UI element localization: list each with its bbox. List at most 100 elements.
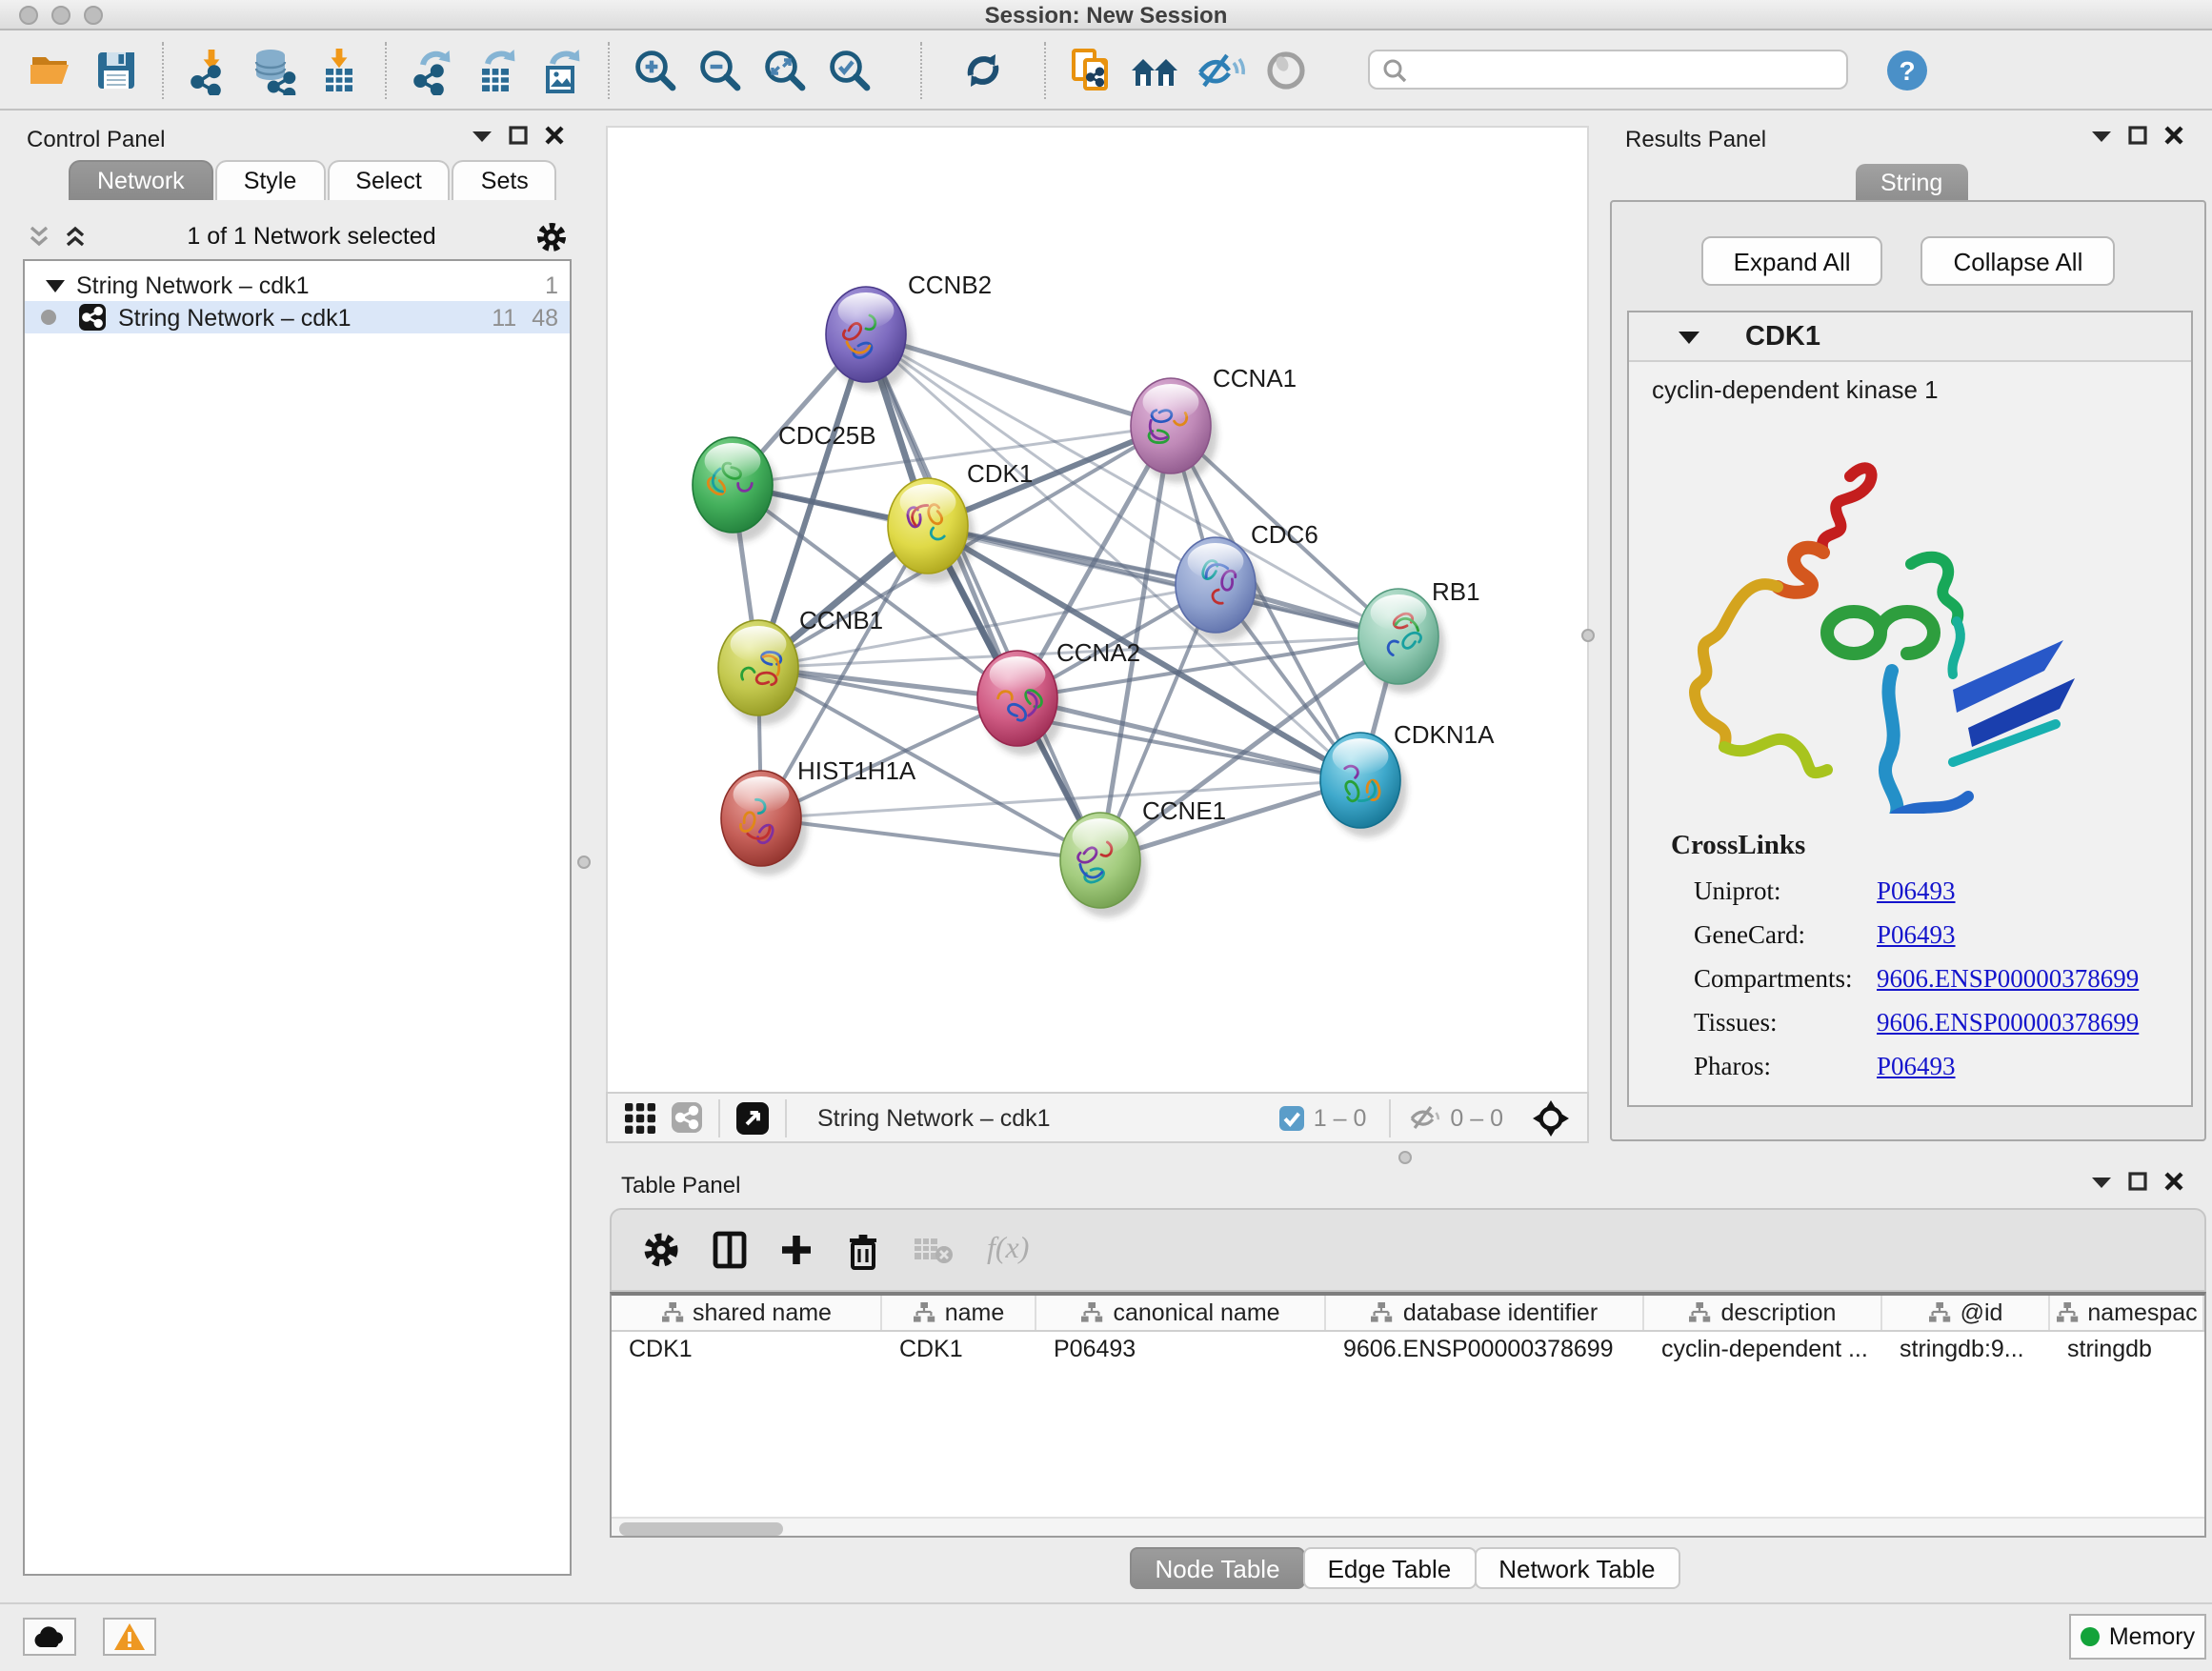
collapse-entry-icon[interactable] — [1679, 329, 1699, 344]
show-hide-services-button[interactable] — [1193, 41, 1250, 98]
expand-all-icon[interactable] — [63, 225, 88, 248]
zoom-selected-button[interactable] — [821, 41, 878, 98]
function-builder-button[interactable]: f(x) — [987, 1233, 1029, 1267]
memory-button[interactable]: Memory — [2069, 1614, 2206, 1660]
left-splitter-handle[interactable] — [577, 856, 591, 869]
warnings-button[interactable] — [103, 1618, 156, 1656]
open-session-button[interactable] — [23, 41, 80, 98]
bottom-splitter-handle[interactable] — [1398, 1151, 1412, 1164]
show-columns-icon[interactable] — [713, 1231, 747, 1269]
tab-sets[interactable]: Sets — [452, 160, 557, 200]
table-cell[interactable]: CDK1 — [882, 1332, 1036, 1366]
network-row[interactable]: String Network – cdk1 11 48 — [25, 301, 570, 333]
column-header--id[interactable]: @id — [1882, 1296, 2050, 1330]
delete-column-icon[interactable] — [846, 1230, 880, 1270]
column-header-name[interactable]: name — [882, 1296, 1036, 1330]
tab-string[interactable]: String — [1856, 164, 1967, 202]
network-edge[interactable] — [761, 818, 1100, 860]
inactive-eye-button[interactable] — [1257, 41, 1315, 98]
refresh-layout-button[interactable] — [955, 41, 1012, 98]
table-cell[interactable]: stringdb — [2050, 1332, 2204, 1366]
column-header-shared-name[interactable]: shared name — [612, 1296, 882, 1330]
add-column-icon[interactable] — [779, 1233, 814, 1267]
search-input[interactable] — [1408, 56, 1827, 83]
collapse-all-button[interactable]: Collapse All — [1921, 236, 2116, 286]
close-panel-icon[interactable] — [2164, 126, 2183, 145]
save-session-button[interactable] — [88, 41, 145, 98]
zoom-out-button[interactable] — [692, 41, 749, 98]
column-sort-icon[interactable] — [1371, 1301, 1394, 1324]
table-options-gear-icon[interactable] — [642, 1231, 680, 1269]
close-panel-icon[interactable] — [2164, 1172, 2183, 1191]
column-sort-icon[interactable] — [1689, 1301, 1712, 1324]
table-horizontal-scrollbar[interactable] — [612, 1517, 2204, 1536]
panel-menu-icon[interactable] — [473, 129, 492, 142]
close-panel-icon[interactable] — [545, 126, 564, 145]
expand-all-button[interactable]: Expand All — [1701, 236, 1883, 286]
column-header-canonical-name[interactable]: canonical name — [1036, 1296, 1326, 1330]
network-node-CCNE1[interactable] — [1060, 813, 1147, 917]
string-home-button[interactable] — [1128, 41, 1185, 98]
crosslink-link[interactable]: P06493 — [1877, 1052, 1956, 1082]
column-header-description[interactable]: description — [1644, 1296, 1882, 1330]
network-node-CCNA1[interactable] — [1131, 378, 1217, 483]
crosslink-link[interactable]: P06493 — [1877, 920, 1956, 951]
search-field[interactable] — [1368, 50, 1848, 90]
float-panel-icon[interactable] — [509, 126, 528, 145]
hidden-eye-icon[interactable] — [1406, 1103, 1442, 1132]
network-options-gear-icon[interactable] — [535, 220, 568, 252]
import-network-from-file-button[interactable] — [181, 41, 238, 98]
panel-menu-icon[interactable] — [2092, 1175, 2111, 1188]
table-cell[interactable]: cyclin-dependent ... — [1644, 1332, 1882, 1366]
collapse-all-icon[interactable] — [27, 225, 51, 248]
export-image-button[interactable] — [533, 41, 591, 98]
tab-network-table[interactable]: Network Table — [1474, 1547, 1679, 1589]
zoom-in-button[interactable] — [627, 41, 684, 98]
table-cell[interactable]: CDK1 — [612, 1332, 882, 1366]
network-view-share-icon[interactable] — [671, 1101, 703, 1134]
help-button[interactable]: ? — [1879, 41, 1936, 98]
table-row[interactable]: CDK1CDK1P064939606.ENSP00000378699cyclin… — [612, 1332, 2204, 1366]
network-canvas[interactable]: CCNB2CCNA1CDC25BCDK1CDC6RB1CCNB1CCNA2CDK… — [606, 126, 1589, 1092]
tab-select[interactable]: Select — [327, 160, 451, 200]
network-node-CDC25B[interactable] — [693, 437, 779, 542]
network-graph[interactable]: CCNB2CCNA1CDC25BCDK1CDC6RB1CCNB1CCNA2CDK… — [608, 128, 1591, 1094]
node-detail-header[interactable]: CDK1 — [1629, 312, 2191, 362]
scrollbar-thumb[interactable] — [619, 1521, 783, 1535]
grid-view-icon[interactable] — [623, 1100, 657, 1135]
cloud-status-button[interactable] — [23, 1618, 76, 1656]
tree-expand-icon[interactable] — [46, 277, 65, 292]
network-collection-row[interactable]: String Network – cdk1 1 — [25, 269, 570, 301]
crosslink-link[interactable]: 9606.ENSP00000378699 — [1877, 1008, 2139, 1038]
export-network-button[interactable] — [404, 41, 461, 98]
clone-network-button[interactable] — [1063, 41, 1120, 98]
table-cell[interactable]: P06493 — [1036, 1332, 1326, 1366]
tab-style[interactable]: Style — [215, 160, 326, 200]
birds-eye-view-icon[interactable] — [735, 1100, 770, 1135]
float-panel-icon[interactable] — [2128, 1172, 2147, 1191]
column-sort-icon[interactable] — [660, 1301, 683, 1324]
network-node-CCNA2[interactable] — [977, 651, 1064, 755]
tab-node-table[interactable]: Node Table — [1130, 1547, 1304, 1589]
network-node-HIST1H1A[interactable] — [721, 771, 808, 876]
network-node-CCNB2[interactable] — [826, 287, 913, 392]
crosslink-link[interactable]: 9606.ENSP00000378699 — [1877, 964, 2139, 995]
tab-network[interactable]: Network — [69, 160, 213, 200]
float-panel-icon[interactable] — [2128, 126, 2147, 145]
export-table-button[interactable] — [469, 41, 526, 98]
panel-menu-icon[interactable] — [2092, 129, 2111, 142]
column-sort-icon[interactable] — [2055, 1301, 2078, 1324]
column-header-namespac[interactable]: namespac — [2050, 1296, 2204, 1330]
fit-selected-crosshair-icon[interactable] — [1530, 1097, 1572, 1138]
column-header-database-identifier[interactable]: database identifier — [1326, 1296, 1644, 1330]
table-cell[interactable]: 9606.ENSP00000378699 — [1326, 1332, 1644, 1366]
column-sort-icon[interactable] — [1928, 1301, 1951, 1324]
import-table-from-file-button[interactable] — [311, 41, 368, 98]
import-network-from-database-button[interactable] — [246, 41, 303, 98]
column-sort-icon[interactable] — [913, 1301, 935, 1324]
tab-edge-table[interactable]: Edge Table — [1303, 1547, 1477, 1589]
network-node-CDK1[interactable] — [888, 478, 975, 583]
right-splitter-handle[interactable] — [1581, 629, 1595, 642]
delete-table-icon[interactable] — [913, 1235, 955, 1265]
zoom-fit-button[interactable] — [756, 41, 814, 98]
